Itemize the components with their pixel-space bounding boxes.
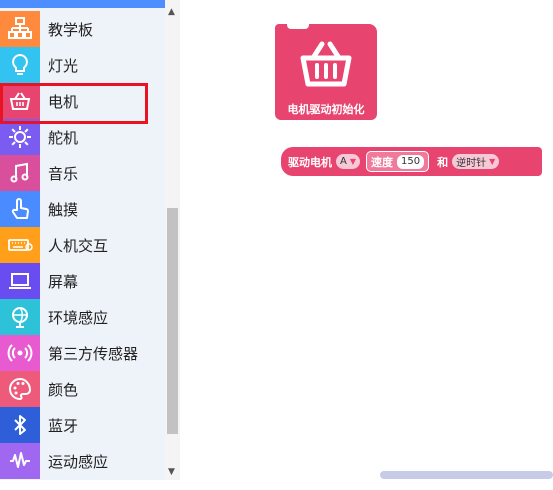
drive-motor-block[interactable]: 驱动电机 A ▼ 速度 150 和 逆时针 ▼ (281, 147, 542, 176)
init-block-label: 电机驱动初始化 (287, 103, 365, 116)
category-environment[interactable]: 环境感应 (0, 299, 165, 335)
category-screen[interactable]: 屏幕 (0, 263, 165, 299)
scrollbar-thumb[interactable] (167, 208, 178, 434)
category-label: 音乐 (48, 164, 79, 183)
basket-icon (300, 41, 352, 87)
bluetooth-icon (0, 407, 40, 443)
category-sidebar: 教学板 灯光 电机 舵机 音乐 触摸 人机交互 屏幕 环境感应 第三方传感器 颜… (0, 0, 165, 480)
selection-highlight-box (0, 83, 148, 124)
workspace-horizontal-scrollbar[interactable] (380, 471, 553, 479)
speed-input-block[interactable]: 速度 150 (366, 151, 430, 172)
speed-value-field[interactable]: 150 (397, 154, 425, 169)
globe-icon (0, 299, 40, 335)
keyboard-icon (0, 227, 40, 263)
category-label: 屏幕 (48, 272, 79, 291)
category-teaching-board[interactable]: 教学板 (0, 11, 165, 47)
palette-icon (0, 371, 40, 407)
category-color[interactable]: 颜色 (0, 371, 165, 407)
network-tree-icon (0, 11, 40, 47)
lightbulb-icon (0, 47, 40, 83)
category-light[interactable]: 灯光 (0, 47, 165, 83)
hand-pointer-icon (0, 191, 40, 227)
category-label: 蓝牙 (48, 416, 79, 435)
app-window: 教学板 灯光 电机 舵机 音乐 触摸 人机交互 屏幕 环境感应 第三方传感器 颜… (0, 0, 553, 490)
category-label: 灯光 (48, 56, 79, 75)
laptop-icon (0, 263, 40, 299)
sidebar-scrollbar[interactable]: ▲ ▼ (165, 0, 180, 480)
sensor-waves-icon (0, 335, 40, 371)
category-label: 舵机 (48, 128, 79, 147)
dropdown-arrow-icon: ▼ (349, 157, 356, 166)
category-label: 人机交互 (48, 236, 109, 255)
and-label: 和 (437, 155, 449, 169)
motor-select-dropdown[interactable]: A ▼ (336, 154, 360, 169)
block-notch (287, 24, 309, 29)
category-servo[interactable]: 舵机 (0, 119, 165, 155)
speed-label: 速度 (371, 155, 393, 169)
category-touch[interactable]: 触摸 (0, 191, 165, 227)
category-label: 颜色 (48, 380, 79, 399)
category-music[interactable]: 音乐 (0, 155, 165, 191)
music-note-icon (0, 155, 40, 191)
gear-icon (0, 119, 40, 155)
dropdown-arrow-icon: ▼ (489, 157, 496, 166)
sidebar-top-bar (0, 0, 165, 8)
category-label: 环境感应 (48, 308, 109, 327)
category-label: 运动感应 (48, 452, 109, 471)
drive-block-label: 驱动电机 (288, 155, 332, 169)
motor-init-block[interactable]: 电机驱动初始化 (275, 24, 377, 120)
category-label: 触摸 (48, 200, 79, 219)
category-motion-sensing[interactable]: 运动感应 (0, 443, 165, 479)
scroll-up-arrow-icon[interactable]: ▲ (168, 8, 175, 17)
category-third-party-sensor[interactable]: 第三方传感器 (0, 335, 165, 371)
category-label: 教学板 (48, 20, 94, 39)
direction-select-dropdown[interactable]: 逆时针 ▼ (452, 154, 500, 169)
category-hci[interactable]: 人机交互 (0, 227, 165, 263)
motion-wave-icon (0, 443, 40, 479)
category-label: 第三方传感器 (48, 344, 139, 363)
scroll-down-arrow-icon[interactable]: ▼ (168, 468, 175, 477)
category-bluetooth[interactable]: 蓝牙 (0, 407, 165, 443)
